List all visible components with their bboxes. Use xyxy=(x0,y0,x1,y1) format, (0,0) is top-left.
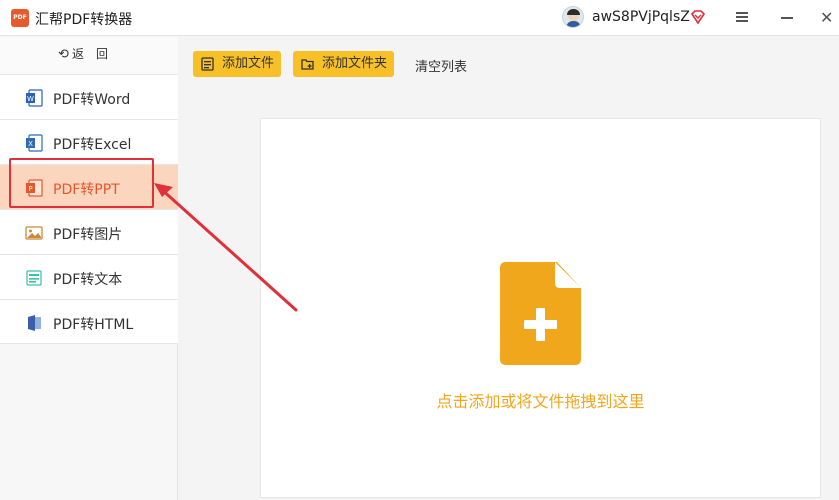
file-drop-zone[interactable]: 点击添加或将文件拖拽到这里 xyxy=(260,118,821,498)
add-file-icon[interactable] xyxy=(500,262,581,365)
svg-text:W: W xyxy=(27,95,34,103)
image-icon xyxy=(25,226,43,240)
app-title: 汇帮PDF转换器 xyxy=(35,12,133,28)
annotation-highlight-box xyxy=(9,158,154,208)
title-bar: PDF 汇帮PDF转换器 awS8PVjPqlsZ ✕ xyxy=(0,0,839,36)
sidebar-item-label: PDF转Word xyxy=(53,92,131,108)
user-avatar[interactable] xyxy=(562,6,584,28)
sidebar-item-pdf-to-html[interactable]: PDF转HTML xyxy=(0,299,178,344)
word-icon: W xyxy=(26,89,43,107)
sidebar-item-label: PDF转文本 xyxy=(53,272,123,288)
file-list-icon xyxy=(201,57,214,71)
add-file-label: 添加文件 xyxy=(222,56,275,71)
sidebar-item-label: PDF转图片 xyxy=(53,227,123,243)
sidebar-item-label: PDF转Excel xyxy=(53,137,132,153)
sidebar-item-pdf-to-image[interactable]: PDF转图片 xyxy=(0,209,178,254)
back-label: 返回 xyxy=(71,47,120,61)
minimize-icon[interactable] xyxy=(781,17,793,19)
sidebar-item-pdf-to-text[interactable]: PDF转文本 xyxy=(0,254,178,299)
sidebar: ⟲ 返回 W PDF转Word X PDF转Excel P PDF转PPT PD… xyxy=(0,37,178,500)
text-icon xyxy=(26,270,42,286)
folder-add-icon xyxy=(301,59,314,70)
sidebar-item-label: PDF转HTML xyxy=(53,317,134,333)
add-folder-label: 添加文件夹 xyxy=(322,56,388,71)
add-folder-button[interactable]: 添加文件夹 xyxy=(293,51,394,77)
menu-icon[interactable] xyxy=(735,10,749,24)
drop-hint-text: 点击添加或将文件拖拽到这里 xyxy=(436,392,645,411)
close-icon[interactable]: ✕ xyxy=(820,10,833,26)
sidebar-item-pdf-to-word[interactable]: W PDF转Word xyxy=(0,74,178,119)
username[interactable]: awS8PVjPqlsZ xyxy=(592,9,690,25)
vip-diamond-icon[interactable] xyxy=(690,9,706,25)
excel-icon: X xyxy=(26,134,43,152)
svg-text:X: X xyxy=(28,140,33,148)
clear-list-button[interactable]: 清空列表 xyxy=(415,56,467,75)
back-button[interactable]: ⟲ 返回 xyxy=(0,37,178,74)
app-logo-icon: PDF xyxy=(11,9,29,27)
add-file-button[interactable]: 添加文件 xyxy=(193,51,281,77)
back-arrow-icon: ⟲ xyxy=(58,47,69,62)
html-icon xyxy=(28,315,41,331)
